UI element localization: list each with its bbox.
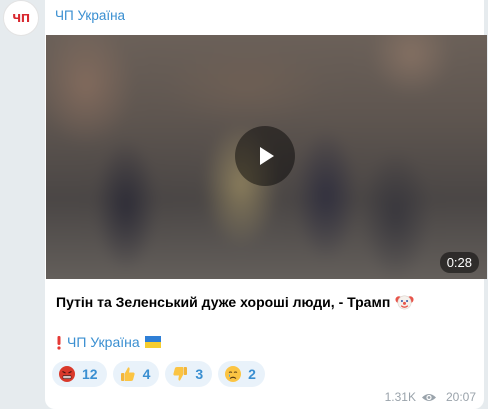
message-time: 20:07	[445, 390, 476, 404]
reactions-bar: 12 4 3 2	[52, 361, 265, 387]
reaction-thumbs-down[interactable]: 3	[165, 361, 213, 387]
angry-face-icon	[59, 366, 75, 382]
video-duration: 0:28	[439, 252, 479, 273]
message-meta: 1.31K 20:07	[385, 390, 476, 404]
reaction-count: 3	[195, 366, 204, 382]
reaction-count: 12	[82, 366, 98, 382]
ukraine-flag-icon	[144, 336, 161, 348]
reaction-count: 2	[248, 366, 256, 382]
signature-link[interactable]: ЧП Україна	[67, 334, 140, 350]
reaction-count: 4	[142, 366, 151, 382]
play-button[interactable]	[235, 126, 295, 186]
video-player[interactable]: 0:28	[46, 35, 487, 279]
reaction-thumbs-up[interactable]: 4	[112, 361, 160, 387]
view-count: 1.31K	[384, 390, 416, 404]
caption-text: Путін та Зеленський дуже хороші люди, - …	[56, 293, 391, 310]
crying-face-icon	[225, 366, 242, 382]
channel-name[interactable]: ЧП Україна	[55, 8, 125, 23]
thumbs-down-icon	[173, 367, 188, 381]
thumbs-up-icon	[120, 367, 135, 381]
avatar-text: ЧП	[12, 11, 30, 25]
message-signature: ЧП Україна	[56, 334, 161, 350]
exclamation-icon	[57, 335, 61, 350]
message-caption: Путін та Зеленський дуже хороші люди, - …	[56, 292, 474, 311]
channel-avatar[interactable]: ЧП	[3, 0, 39, 36]
play-icon	[260, 147, 274, 165]
reaction-crying[interactable]: 2	[218, 361, 265, 387]
eye-icon	[421, 393, 436, 401]
message-bubble: ЧП Україна 0:28 Путін та Зеленський дуже…	[45, 0, 487, 409]
reaction-angry[interactable]: 12	[52, 361, 107, 387]
clown-face-icon	[395, 295, 414, 310]
